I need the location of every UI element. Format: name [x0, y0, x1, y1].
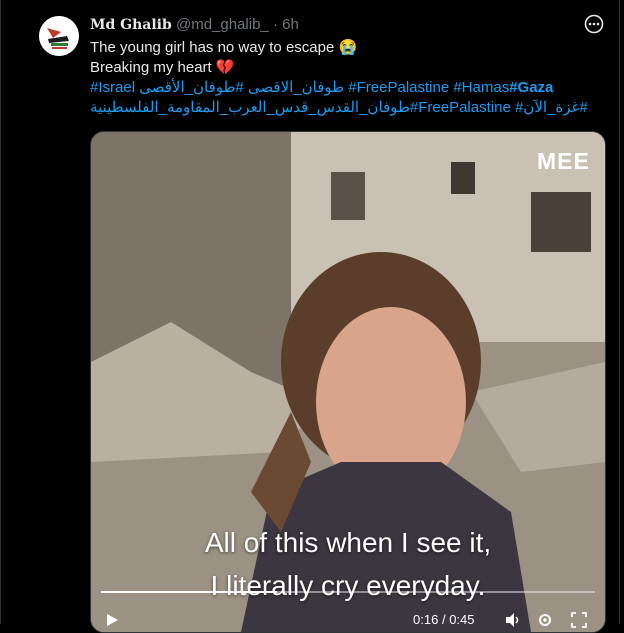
tweet-header: Md Ghalib @md_ghalib_ · 6h — [90, 15, 299, 35]
author-handle[interactable]: @md_ghalib_ — [176, 16, 269, 33]
video-progress-bar[interactable] — [101, 591, 595, 593]
time-current: 0:16 — [413, 612, 439, 627]
avatar-logo-icon — [39, 16, 79, 56]
time-total: 0:45 — [449, 612, 475, 627]
volume-icon[interactable] — [505, 612, 521, 628]
fullscreen-icon[interactable] — [571, 612, 587, 628]
video-player[interactable]: MEE All of this when I see it, I literal… — [90, 131, 606, 633]
video-timecode: 0:16 / 0:45 — [413, 612, 475, 627]
hashtag-gaza[interactable]: #Gaza — [509, 79, 553, 96]
tweet-time[interactable]: 6h — [282, 16, 299, 33]
subtitle-line-1: All of this when I see it, — [204, 527, 492, 558]
hashtag-line-1[interactable]: #Israel طوفان_الاقصى #طوفان_الأقصى #Free… — [90, 78, 590, 98]
settings-icon[interactable] — [537, 612, 553, 628]
tweet-line-2: Breaking my heart 💔 — [90, 59, 235, 76]
mee-logo: MEE — [537, 148, 590, 174]
hashtag-freepalastine-hamas[interactable]: #FreePalastine #Hamas — [348, 79, 509, 96]
separator-dot: · — [272, 16, 278, 33]
time-separator: / — [441, 612, 446, 627]
tweet-line-1: The young girl has no way to escape 😭 — [90, 39, 358, 56]
hashtag-aqsa[interactable]: #طوفان_الأقصى — [139, 79, 244, 96]
tweet-text: The young girl has no way to escape 😭 Br… — [90, 38, 590, 118]
author-name[interactable]: Md Ghalib — [90, 17, 172, 33]
video-progress-fill — [101, 591, 277, 593]
timeline-border-right — [619, 0, 620, 624]
play-icon[interactable] — [105, 613, 119, 627]
subtitle-line-2: I literally cry everyday. — [210, 570, 486, 601]
timeline-border-left — [0, 0, 1, 624]
avatar[interactable] — [39, 16, 79, 56]
hashtag-line-2[interactable]: طوفان_القدس_قدس_العرب_المقاومة_الفلسطيني… — [90, 98, 590, 118]
more-icon[interactable] — [584, 14, 604, 34]
